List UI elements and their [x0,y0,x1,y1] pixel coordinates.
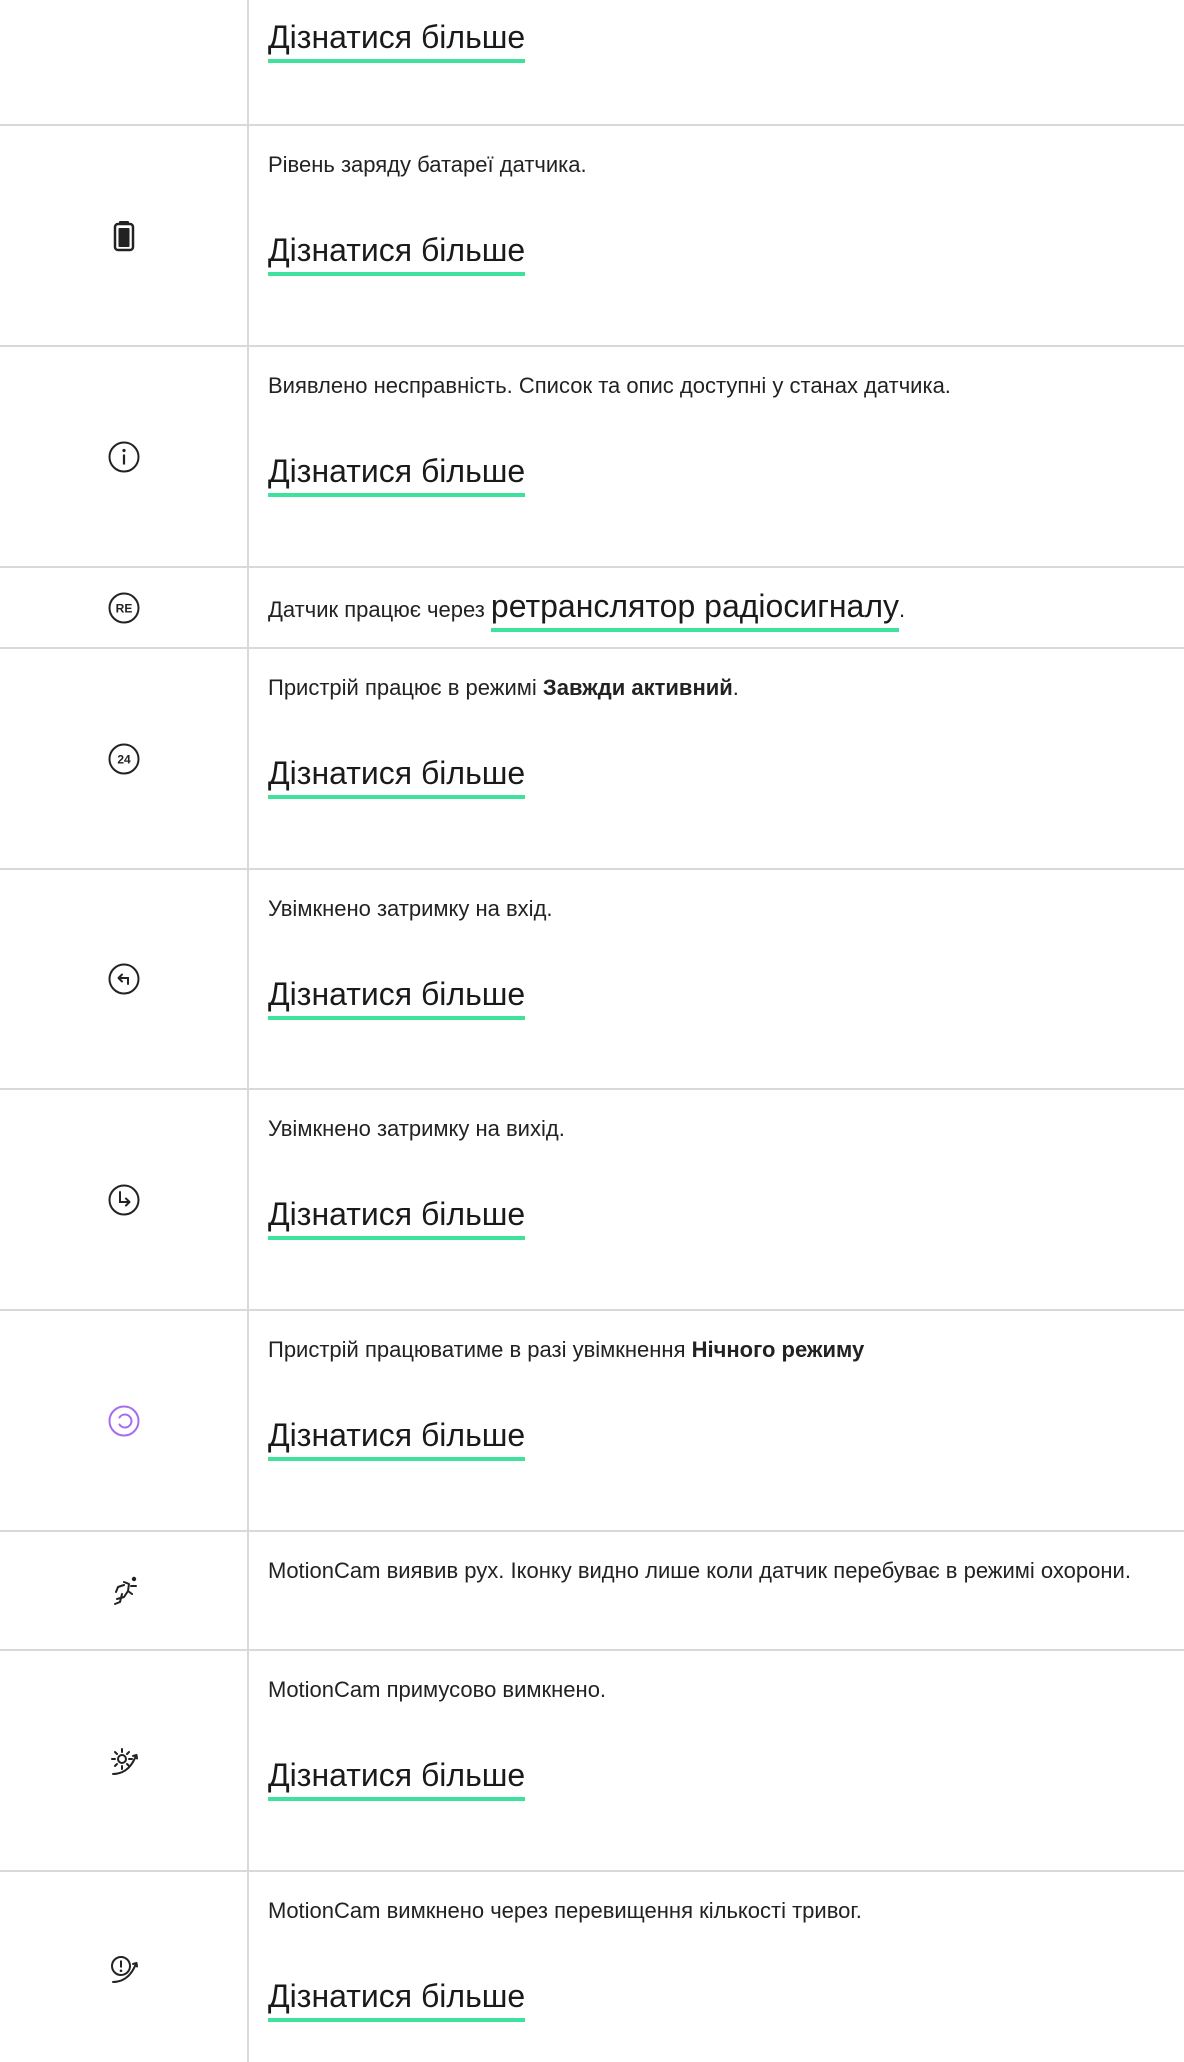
learn-more-link[interactable]: Дізнатися більше [268,1755,526,1801]
svg-text:24: 24 [117,752,131,766]
row-description: MotionCam вимкнено через перевищення кіл… [268,1898,862,1923]
info-icon [108,441,139,472]
row-description-text: Датчик працює через [268,597,491,622]
row-description: Пристрій працює в режимі Завжди активний… [268,671,1173,705]
always-active-24-icon: 24 [108,743,139,774]
learn-more-link[interactable]: Дізнатися більше [268,17,526,63]
entry-delay-icon [108,963,139,995]
learn-more-link[interactable]: Дізнатися більше [268,1194,526,1240]
row-description: MotionCam виявив рух. Іконку видно лише … [268,1558,1131,1583]
mode-name: Завжди активний [542,675,733,700]
table-row: RE Датчик працює через ретранслятор раді… [0,568,1184,649]
content-cell: Рівень заряду батареї датчика. Дізнатися… [268,126,1184,345]
re-icon: RE [108,592,139,623]
forcibly-disabled-icon [110,1747,138,1775]
row-description-end: . [899,597,906,622]
icon-cell: 24 [0,649,249,868]
row-description: Увімкнено затримку на вхід. [268,896,553,921]
learn-more-link[interactable]: Дізнатися більше [268,974,526,1020]
row-description-text: Пристрій працюватиме в разі увімкнення [268,1337,692,1362]
icon-cell [0,347,249,566]
icon-cell [0,0,249,124]
content-cell: MotionCam виявив рух. Іконку видно лише … [268,1532,1184,1649]
mode-name: Нічного режиму [691,1337,865,1362]
table-row: Увімкнено затримку на вихід. Дізнатися б… [0,1090,1184,1311]
night-mode-icon [108,1405,139,1436]
row-description-end: . [732,675,739,700]
row-description: Рівень заряду батареї датчика. [268,152,587,177]
content-cell: Дізнатися більше [268,0,1184,124]
learn-more-link[interactable]: Дізнатися більше [268,1415,526,1461]
content-cell: Увімкнено затримку на вихід. Дізнатися б… [268,1090,1184,1309]
table-row: Дізнатися більше [0,0,1184,126]
table-row: MotionCam вимкнено через перевищення кіл… [0,1872,1184,2062]
icon-cell [0,1872,249,2062]
table-row: 24 Пристрій працює в режимі Завжди актив… [0,649,1184,870]
content-cell: Датчик працює через ретранслятор радіоси… [268,568,1184,647]
row-description: Увімкнено затримку на вихід. [268,1116,565,1141]
row-description: MotionCam примусово вимкнено. [268,1677,607,1702]
content-cell: Пристрій працюватиме в разі увімкнення Н… [268,1311,1184,1530]
exit-delay-icon [108,1184,139,1215]
learn-more-link[interactable]: Дізнатися більше [268,1976,526,2022]
row-description: Датчик працює через ретранслятор радіоси… [268,586,1173,632]
content-cell: MotionCam вимкнено через перевищення кіл… [268,1872,1184,2062]
repeater-link[interactable]: ретранслятор радіосигналу [490,588,900,632]
content-cell: Виявлено несправність. Список та опис до… [268,347,1184,566]
svg-text:RE: RE [115,601,132,615]
icon-cell [0,126,249,345]
icon-cell: RE [0,568,249,647]
table-row: Рівень заряду батареї датчика. Дізнатися… [0,126,1184,347]
icon-cell [0,1090,249,1309]
alarm-limit-disabled-icon [110,1956,138,1983]
table-row: Виявлено несправність. Список та опис до… [0,347,1184,568]
content-cell: Пристрій працює в режимі Завжди активний… [268,649,1184,868]
content-cell: MotionCam примусово вимкнено. Дізнатися … [268,1651,1184,1870]
table-row: MotionCam виявив рух. Іконку видно лише … [0,1532,1184,1651]
learn-more-link[interactable]: Дізнатися більше [268,753,526,799]
battery-icon [113,220,134,251]
icon-cell [0,870,249,1088]
motion-detected-icon [113,1576,137,1605]
row-description: Виявлено несправність. Список та опис до… [268,373,951,398]
row-description: Пристрій працюватиме в разі увімкнення Н… [268,1333,1173,1367]
row-description-text: Пристрій працює в режимі [268,675,543,700]
icon-cell [0,1532,249,1649]
icon-cell [0,1651,249,1870]
table-row: MotionCam примусово вимкнено. Дізнатися … [0,1651,1184,1872]
content-cell: Увімкнено затримку на вхід. Дізнатися бі… [268,870,1184,1088]
table-row: Пристрій працюватиме в разі увімкнення Н… [0,1311,1184,1532]
learn-more-link[interactable]: Дізнатися більше [268,230,526,276]
table-row: Увімкнено затримку на вхід. Дізнатися бі… [0,870,1184,1090]
icon-cell [0,1311,249,1530]
learn-more-link[interactable]: Дізнатися більше [268,451,526,497]
